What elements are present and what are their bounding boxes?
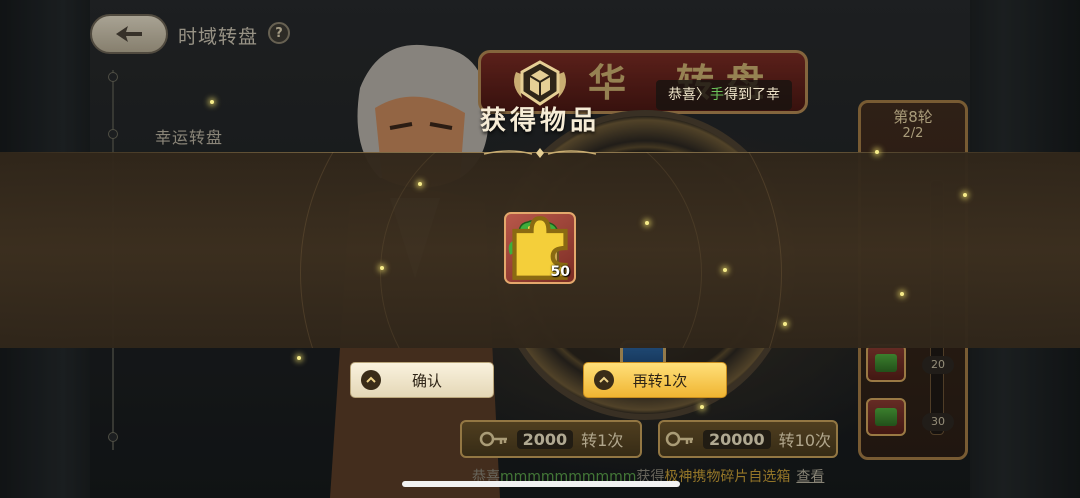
home-indicator[interactable] [402,481,680,487]
sparkle-particle [723,268,727,272]
circle-up-icon [594,370,614,390]
spin-again-button[interactable]: 再转1次 [583,362,727,398]
toast-prefix: 恭喜〉 [668,87,710,103]
sparkle-particle [700,405,704,409]
spin-again-button-label: 再转1次 [632,371,688,390]
broadcast-toast: 恭喜〉手得到了幸 [656,80,792,110]
toast-suffix: 得到了幸 [724,87,780,103]
sparkle-particle [380,266,384,270]
sparkle-particle [875,150,879,154]
sparkle-particle [783,322,787,326]
modal-title: 获得物品 [479,106,600,136]
sparkle-particle [645,221,649,225]
confirm-button-label: 确认 [411,371,442,390]
sparkle-particle [297,356,301,360]
confirm-button[interactable]: 确认 [350,362,494,398]
sparkle-particle [418,182,422,186]
sparkle-particle [900,292,904,296]
reward-item-slot[interactable]: 50 [504,212,576,284]
sparkle-particle [963,193,967,197]
title-ornament-icon [483,148,597,158]
reward-quantity: 50 [550,264,570,280]
circle-up-icon [361,370,381,390]
toast-player: 手 [710,87,724,103]
sparkle-particle [210,100,214,104]
